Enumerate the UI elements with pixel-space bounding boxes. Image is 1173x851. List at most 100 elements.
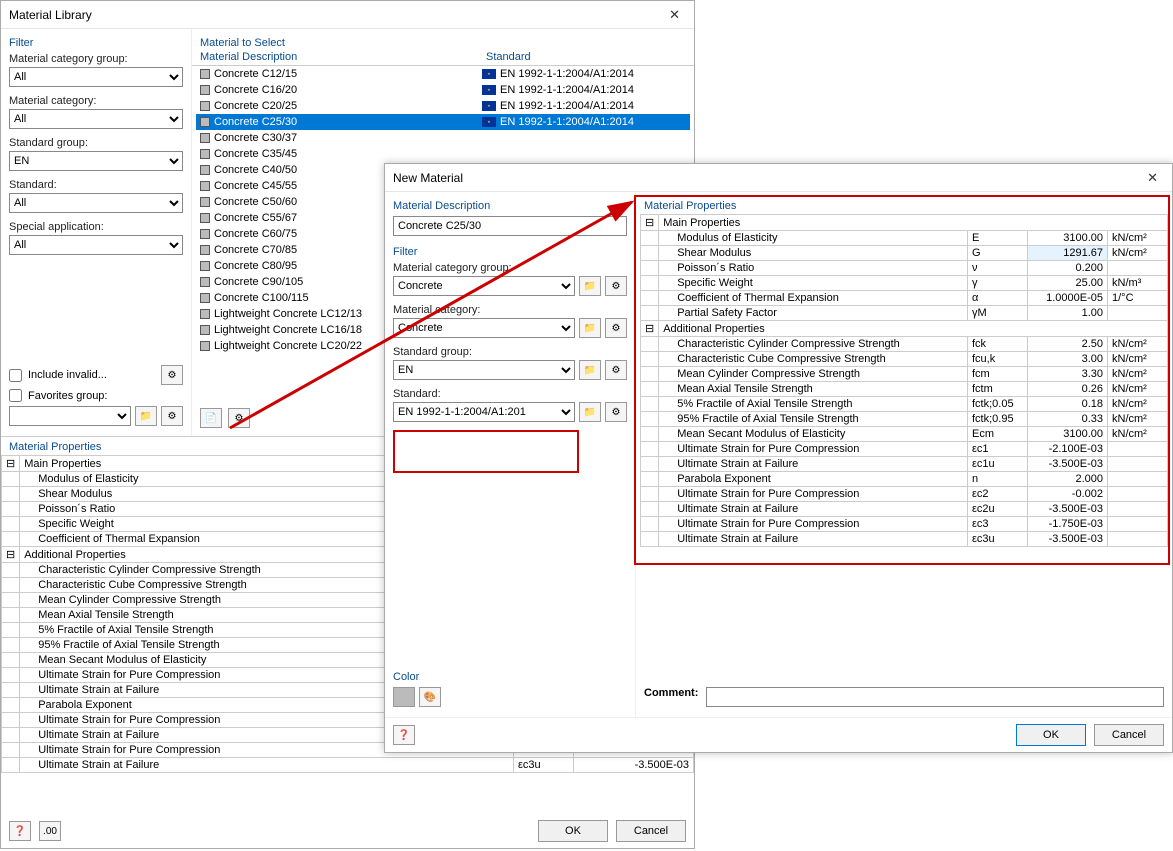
- prop-sym: εc3u: [968, 532, 1028, 547]
- prop-val[interactable]: 0.200: [1028, 261, 1108, 276]
- concrete-icon: [200, 69, 210, 79]
- prop-val[interactable]: -3.500E-03: [1028, 502, 1108, 517]
- concrete-icon: [200, 181, 210, 191]
- prop-sym: fctk;0.95: [968, 412, 1028, 427]
- material-row[interactable]: Concrete C30/37: [196, 130, 690, 146]
- nm-cancel-button[interactable]: Cancel: [1094, 724, 1164, 746]
- prop-val[interactable]: 1.00: [1028, 306, 1108, 321]
- nm-std-new-icon[interactable]: 📁: [579, 402, 601, 422]
- include-invalid-check[interactable]: [9, 369, 22, 382]
- nm-props-table[interactable]: ⊟Main Properties Modulus of Elasticity E…: [640, 214, 1168, 547]
- favorites-select[interactable]: [9, 406, 131, 426]
- special-select[interactable]: All: [9, 235, 183, 255]
- prop-val[interactable]: 2.000: [1028, 472, 1108, 487]
- prop-val[interactable]: 3.30: [1028, 367, 1108, 382]
- prop-sym: fck: [968, 337, 1028, 352]
- mc-select[interactable]: All: [9, 109, 183, 129]
- material-row[interactable]: Concrete C35/45: [196, 146, 690, 162]
- sg-label: Standard group:: [1, 135, 191, 149]
- nm-ok-button[interactable]: OK: [1016, 724, 1086, 746]
- prop-val[interactable]: -3.500E-03: [1028, 457, 1108, 472]
- prop-name: Mean Axial Tensile Strength: [659, 382, 968, 397]
- nm-std-edit-icon[interactable]: ⚙: [605, 402, 627, 422]
- nm-sg-select[interactable]: EN: [393, 360, 575, 380]
- prop-val[interactable]: -3.500E-03: [1028, 532, 1108, 547]
- sg-select[interactable]: EN: [9, 151, 183, 171]
- nm-color-swatch[interactable]: [393, 687, 415, 707]
- material-row[interactable]: Concrete C16/20 EN 1992-1-1:2004/A1:2014: [196, 82, 690, 98]
- prop-sym: εc3: [968, 517, 1028, 532]
- prop-val[interactable]: 0.26: [1028, 382, 1108, 397]
- material-row[interactable]: Concrete C20/25 EN 1992-1-1:2004/A1:2014: [196, 98, 690, 114]
- prop-val[interactable]: 2.50: [1028, 337, 1108, 352]
- nm-mc-edit-icon[interactable]: ⚙: [605, 318, 627, 338]
- new-material-icon[interactable]: 📄: [200, 408, 222, 428]
- material-std: EN 1992-1-1:2004/A1:2014: [500, 116, 686, 128]
- nm-desc-input[interactable]: [393, 216, 627, 236]
- cancel-button[interactable]: Cancel: [616, 820, 686, 842]
- nm-mc-select[interactable]: Concrete: [393, 318, 575, 338]
- prop-sym: ν: [968, 261, 1028, 276]
- prop-val[interactable]: 1291.67: [1028, 246, 1108, 261]
- favorites-label: Favorites group:: [28, 390, 107, 402]
- new-material-title: New Material: [393, 171, 1141, 185]
- nm-mcg-select[interactable]: Concrete: [393, 276, 575, 296]
- concrete-icon: [200, 341, 210, 351]
- close-icon[interactable]: ✕: [663, 7, 686, 23]
- nm-sg-new-icon[interactable]: 📁: [579, 360, 601, 380]
- prop-val[interactable]: 0.33: [1028, 412, 1108, 427]
- filter-settings-icon[interactable]: ⚙: [161, 365, 183, 385]
- prop-val[interactable]: 3100.00: [1028, 231, 1108, 246]
- concrete-icon: [200, 245, 210, 255]
- new-material-titlebar: New Material ✕: [385, 164, 1172, 192]
- new-folder-icon[interactable]: 📁: [135, 406, 157, 426]
- nm-comment-input[interactable]: [706, 687, 1164, 707]
- prop-name: Mean Secant Modulus of Elasticity: [659, 427, 968, 442]
- prop-group[interactable]: Main Properties: [659, 215, 1168, 231]
- close-icon[interactable]: ✕: [1141, 170, 1164, 186]
- nm-sg-edit-icon[interactable]: ⚙: [605, 360, 627, 380]
- prop-val[interactable]: 3100.00: [1028, 427, 1108, 442]
- prop-unit: kN/cm²: [1108, 367, 1168, 382]
- concrete-icon: [200, 133, 210, 143]
- nm-mcg-edit-icon[interactable]: ⚙: [605, 276, 627, 296]
- nm-mcg-label: Material category group:: [385, 260, 635, 274]
- prop-val[interactable]: -1.750E-03: [1028, 517, 1108, 532]
- prop-val[interactable]: -0.002: [1028, 487, 1108, 502]
- favorites-settings-icon[interactable]: ⚙: [161, 406, 183, 426]
- nm-mcg-new-icon[interactable]: 📁: [579, 276, 601, 296]
- prop-sym: fcm: [968, 367, 1028, 382]
- prop-val[interactable]: -2.100E-03: [1028, 442, 1108, 457]
- material-row[interactable]: Concrete C25/30 EN 1992-1-1:2004/A1:2014: [196, 114, 690, 130]
- prop-sym: fctm: [968, 382, 1028, 397]
- prop-sym: α: [968, 291, 1028, 306]
- material-settings-icon[interactable]: ⚙: [228, 408, 250, 428]
- prop-val[interactable]: 1.0000E-05: [1028, 291, 1108, 306]
- material-library-title: Material Library: [9, 8, 663, 22]
- favorites-check[interactable]: [9, 389, 22, 402]
- prop-unit: kN/cm²: [1108, 397, 1168, 412]
- prop-val[interactable]: 0.18: [1028, 397, 1108, 412]
- prop-sym: G: [968, 246, 1028, 261]
- concrete-icon: [200, 85, 210, 95]
- prop-group[interactable]: Additional Properties: [659, 321, 1168, 337]
- nm-mc-new-icon[interactable]: 📁: [579, 318, 601, 338]
- prop-val[interactable]: -3.500E-03: [574, 758, 694, 773]
- prop-val[interactable]: 25.00: [1028, 276, 1108, 291]
- filter-header: Filter: [1, 33, 191, 51]
- ok-button[interactable]: OK: [538, 820, 608, 842]
- nm-color-pick-icon[interactable]: 🎨: [419, 687, 441, 707]
- nm-std-select[interactable]: EN 1992-1-1:2004/A1:201: [393, 402, 575, 422]
- nm-help-icon[interactable]: ❓: [393, 725, 415, 745]
- material-library-titlebar: Material Library ✕: [1, 1, 694, 29]
- prop-name: Ultimate Strain at Failure: [659, 457, 968, 472]
- prop-name: Partial Safety Factor: [659, 306, 968, 321]
- prop-unit: kN/cm²: [1108, 352, 1168, 367]
- help-icon[interactable]: ❓: [9, 821, 31, 841]
- prop-val[interactable]: 3.00: [1028, 352, 1108, 367]
- std-select[interactable]: All: [9, 193, 183, 213]
- units-icon[interactable]: .00: [39, 821, 61, 841]
- material-row[interactable]: Concrete C12/15 EN 1992-1-1:2004/A1:2014: [196, 66, 690, 82]
- mcg-select[interactable]: All: [9, 67, 183, 87]
- prop-unit: [1108, 261, 1168, 276]
